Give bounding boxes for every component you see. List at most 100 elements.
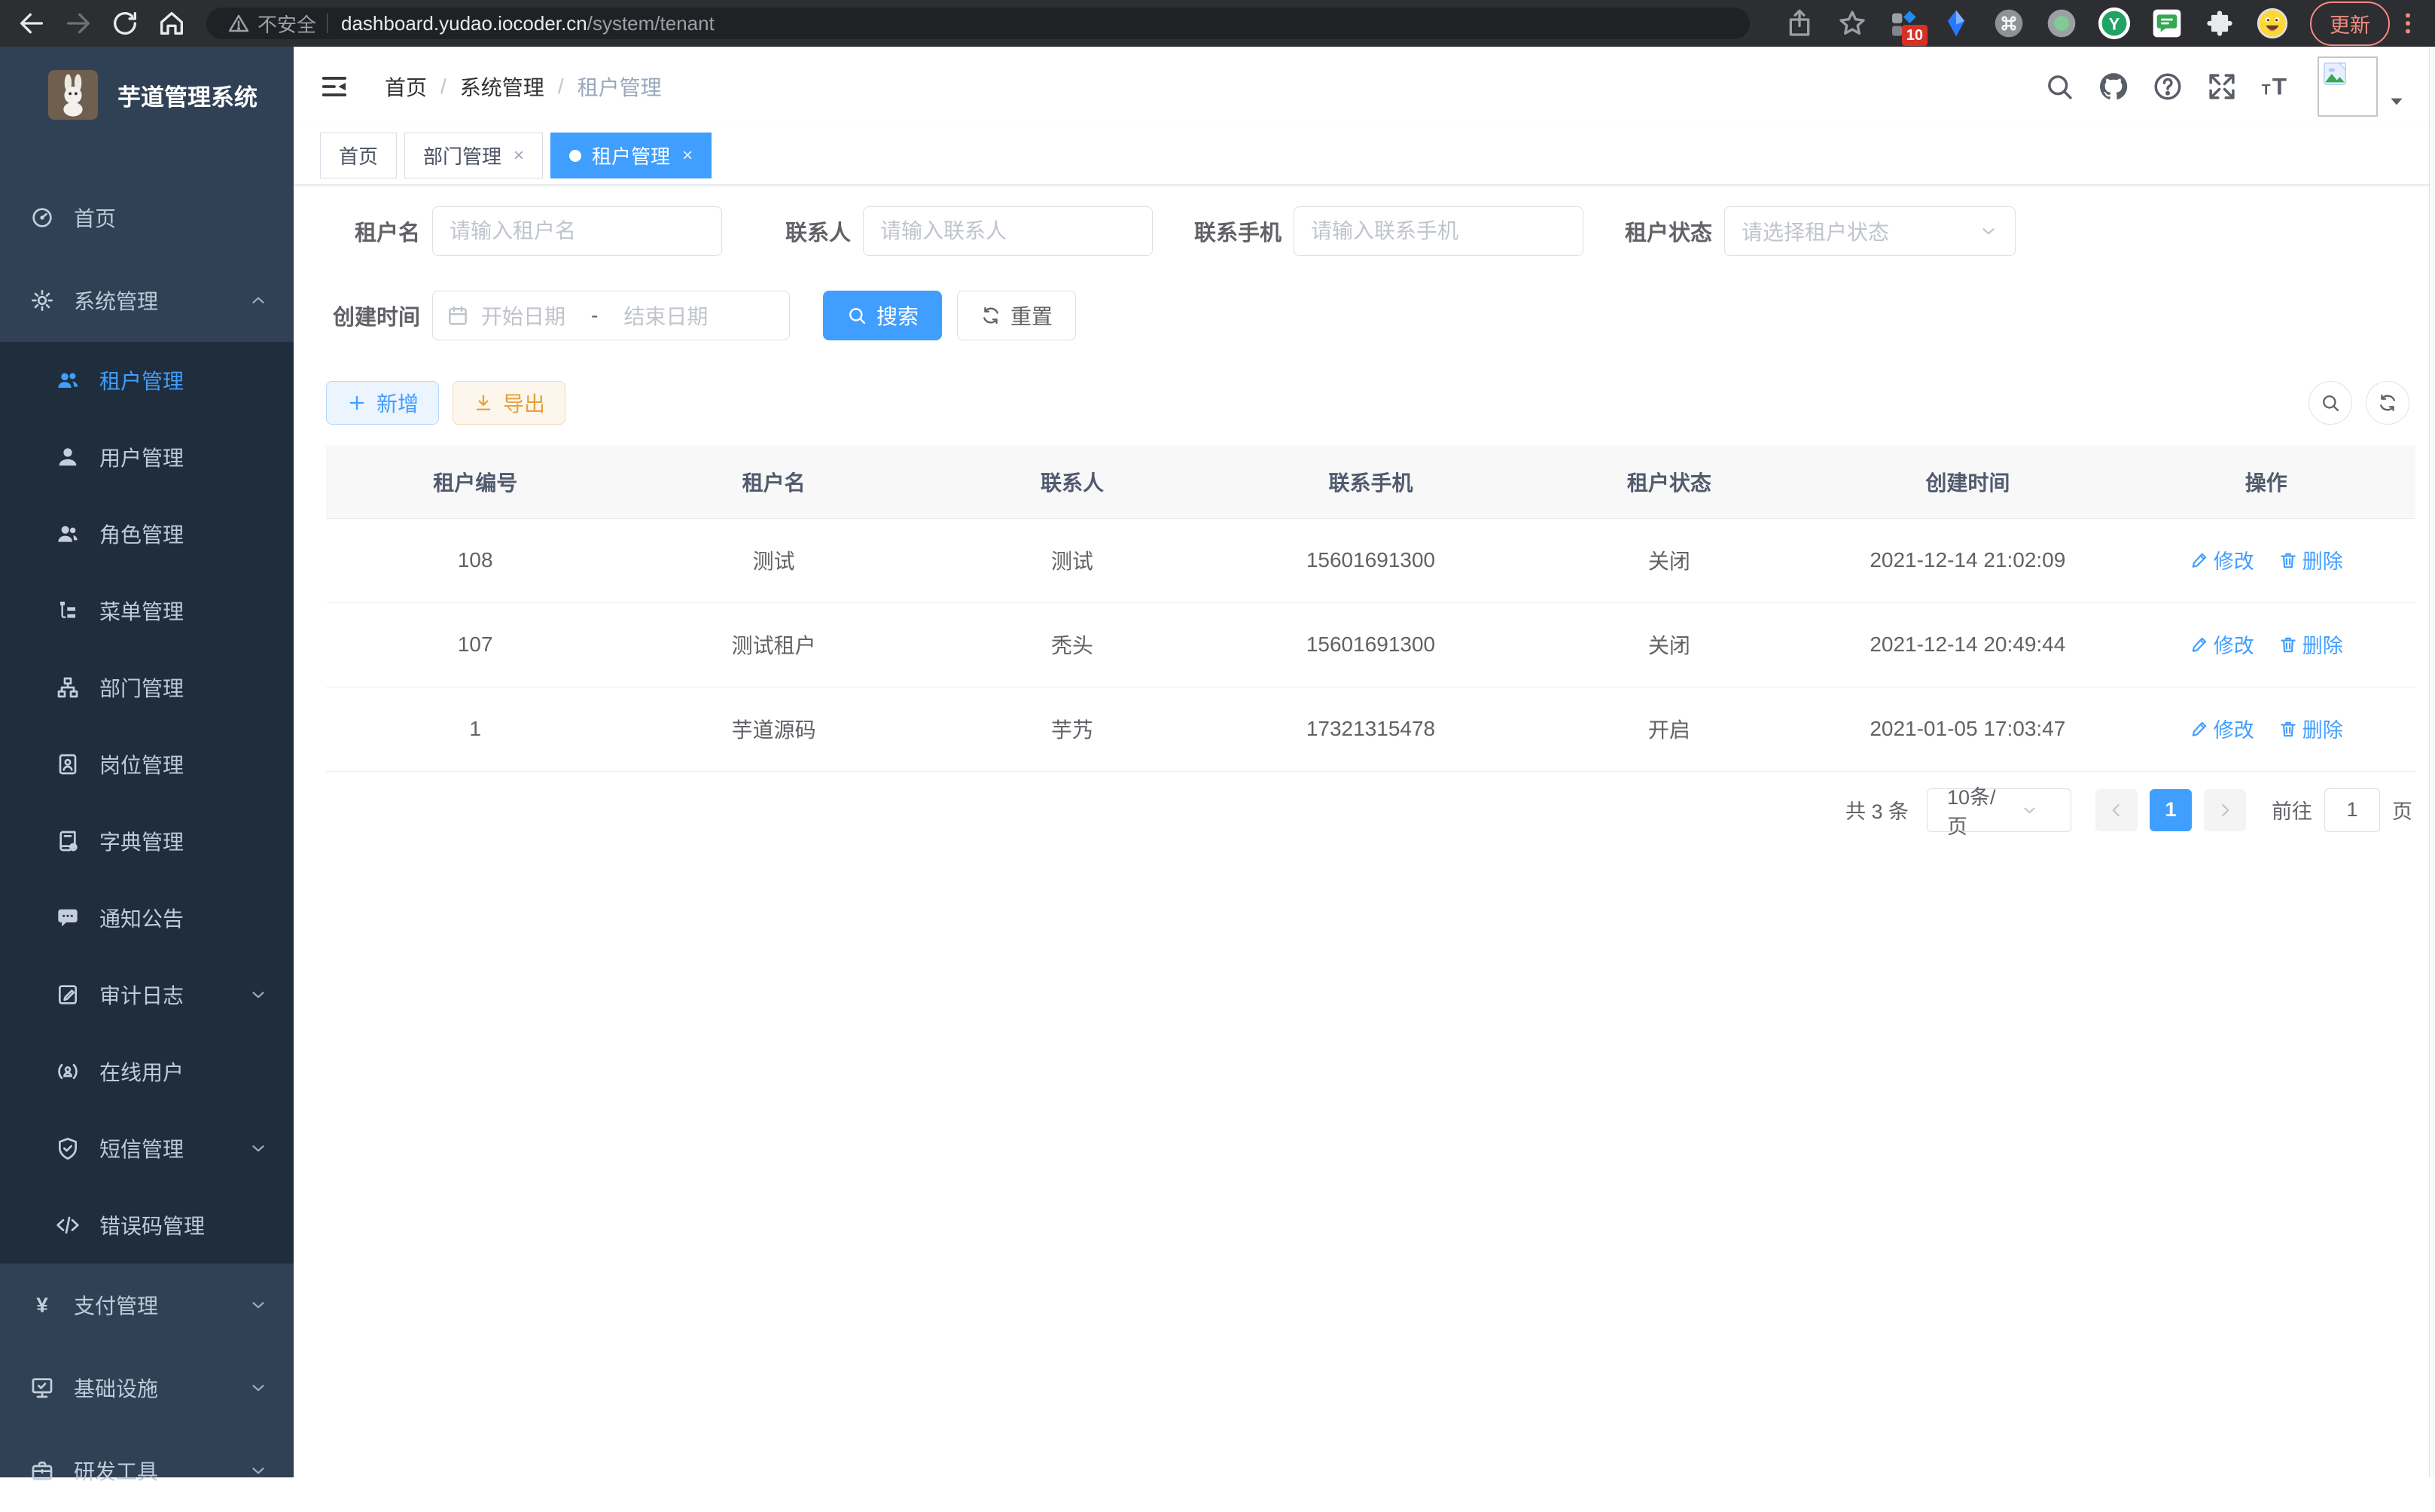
breadcrumb-home[interactable]: 首页 [385,72,427,102]
sidebar-item-tenant-management[interactable]: 租户管理 [0,342,294,419]
tab-dept-management[interactable]: 部门管理× [404,133,543,178]
tab-tenant-management[interactable]: 租户管理× [550,133,712,178]
edit-link[interactable]: 修改 [2190,629,2254,659]
gear-icon [30,288,54,312]
delete-link[interactable]: 删除 [2278,629,2343,659]
font-size-icon[interactable]: TT [2260,71,2292,102]
tab-home[interactable]: 首页 [320,133,397,178]
refresh-icon [980,305,1001,326]
next-page-button[interactable] [2204,789,2246,831]
sidebar-item-payment-management[interactable]: ¥支付管理 [0,1264,294,1346]
sidebar-item-label: 系统管理 [74,285,158,316]
table-header: 租户编号租户名联系人联系手机租户状态创建时间操作 [326,446,2415,518]
sidebar-item-dict-management[interactable]: 字典管理 [0,803,294,879]
delete-link-label: 删除 [2302,714,2343,743]
cell-status: 关闭 [1520,518,1818,602]
sidebar-item-post-management[interactable]: 岗位管理 [0,726,294,803]
sidebar-item-sms-management[interactable]: 短信管理 [0,1110,294,1187]
page-size-select[interactable]: 10条/页 [1927,788,2071,832]
browser-home-icon[interactable] [157,8,187,38]
search-button[interactable]: 搜索 [823,291,942,340]
extension-y[interactable]: Y [2098,7,2131,40]
cell-created_at: 2021-12-14 21:02:09 [1818,518,2117,602]
create-time-range-picker[interactable]: 开始日期 - 结束日期 [432,291,790,340]
filter-create-time: 创建时间 开始日期 - 结束日期 [326,291,790,340]
export-button[interactable]: 导出 [453,381,565,425]
chevron-up-icon [248,291,268,310]
sidebar-item-label: 支付管理 [74,1290,158,1320]
browser-scrollbar[interactable] [2429,47,2435,1477]
sidebar-item-menu-management[interactable]: 菜单管理 [0,572,294,649]
refresh-table-button[interactable] [2366,381,2409,425]
browser-toolbar: 不安全 dashboard.yudao.iocoder.cn /system/t… [0,0,2435,47]
reset-button[interactable]: 重置 [957,291,1076,340]
browser-reload-icon[interactable] [110,8,140,38]
github-icon[interactable] [2098,71,2129,102]
app-logo-row[interactable]: 芋道管理系统 [0,47,294,143]
profile-avatar[interactable] [2256,7,2289,40]
start-date-placeholder: 开始日期 [481,300,565,331]
breadcrumb-separator: / [558,75,564,99]
add-button[interactable]: 新增 [326,381,439,425]
filter-mobile: 联系手机 [1187,206,1583,256]
cell-id: 107 [326,602,624,687]
sidebar-item-audit-log[interactable]: 审计日志 [0,956,294,1033]
sidebar-item-infrastructure[interactable]: 基础设施 [0,1346,294,1429]
tenant-name-input[interactable] [432,206,722,256]
sidebar-item-home[interactable]: 首页 [0,176,294,259]
extension-chat[interactable] [2150,7,2184,40]
edit-link[interactable]: 修改 [2190,545,2254,575]
browser-menu-icon[interactable] [2394,10,2421,37]
contact-input[interactable] [863,206,1153,256]
edit-link[interactable]: 修改 [2190,714,2254,743]
breadcrumb-system[interactable]: 系统管理 [460,72,544,102]
sidebar-item-role-management[interactable]: 角色管理 [0,495,294,572]
user-menu-caret-icon[interactable] [2387,92,2406,111]
infrastructure-icon [30,1376,54,1400]
export-button-label: 导出 [503,388,545,418]
search-button-label: 搜索 [876,300,919,331]
sidebar-item-error-code-management[interactable]: 错误码管理 [0,1187,294,1264]
sidebar-item-system-management[interactable]: 系统管理 [0,259,294,342]
end-date-placeholder: 结束日期 [623,300,708,331]
goto-page-input[interactable] [2324,788,2380,832]
extension-green-dot[interactable] [2045,7,2078,40]
header-search-icon[interactable] [2043,71,2075,102]
sidebar-item-online-users[interactable]: 在线用户 [0,1033,294,1110]
delete-link[interactable]: 删除 [2278,714,2343,743]
tab-close-icon[interactable]: × [514,145,524,166]
browser-update-button[interactable]: 更新 [2310,2,2390,46]
breadcrumb: 首页 / 系统管理 / 租户管理 [385,72,662,102]
extension-command[interactable] [1992,7,2025,40]
mobile-input[interactable] [1294,206,1583,256]
share-icon[interactable] [1784,8,1815,38]
fullscreen-icon[interactable] [2206,71,2238,102]
help-icon[interactable] [2152,71,2184,102]
cell-contact: 测试 [923,518,1221,602]
sidebar-item-notice-announcement[interactable]: 通知公告 [0,879,294,956]
cell-actions: 修改 删除 [2117,687,2415,771]
sidebar-item-user-management[interactable]: 用户管理 [0,419,294,495]
tab-close-icon[interactable]: × [682,145,693,166]
extension-kite[interactable] [1940,7,1973,40]
sidebar-item-dept-management[interactable]: 部门管理 [0,649,294,726]
browser-forward-icon[interactable] [63,8,93,38]
not-secure-icon[interactable] [227,12,250,35]
address-bar[interactable]: 不安全 dashboard.yudao.iocoder.cn /system/t… [206,8,1750,39]
bookmark-star-icon[interactable] [1837,8,1867,38]
extensions-puzzle[interactable] [2203,7,2236,40]
browser-actions: 10 Y [1768,2,2435,46]
page-number-1[interactable]: 1 [2150,789,2192,831]
sidebar-item-dev-tools[interactable]: 研发工具 [0,1429,294,1512]
status-select[interactable]: 请选择租户状态 [1724,206,2016,256]
cell-mobile: 15601691300 [1221,602,1519,687]
delete-link[interactable]: 删除 [2278,545,2343,575]
extension-grid-diamond[interactable]: 10 [1887,7,1920,40]
browser-back-icon[interactable] [17,8,47,38]
toggle-search-button[interactable] [2309,381,2352,425]
badge-icon [56,752,80,776]
user-avatar[interactable] [2318,56,2378,117]
prev-page-button[interactable] [2095,789,2138,831]
sidebar-collapse-icon[interactable] [320,72,349,101]
filter-row-1: 租户名 联系人 联系手机 租户状态 请选择租户状态 [326,206,2415,256]
